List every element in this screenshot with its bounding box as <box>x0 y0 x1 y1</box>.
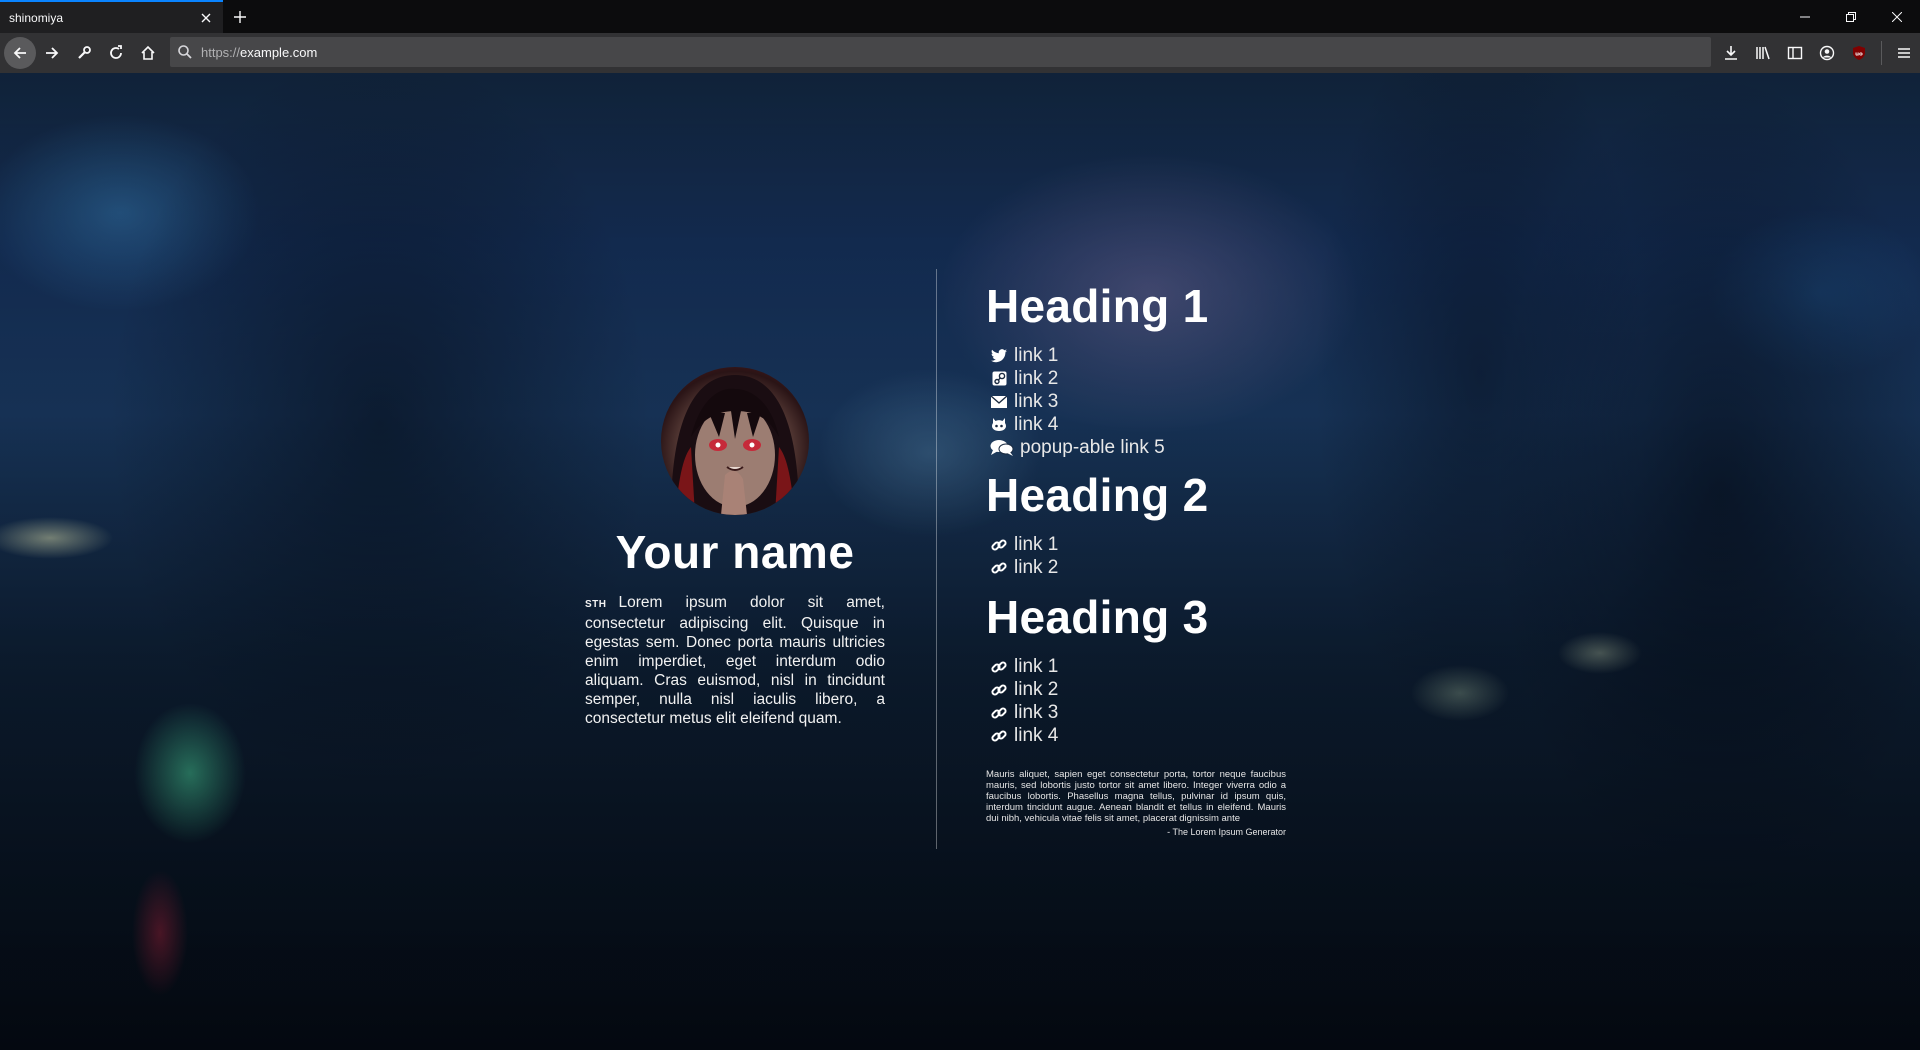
tab-strip: shinomiya <box>0 0 1920 33</box>
downloads-button[interactable] <box>1715 37 1747 69</box>
url-text: https://example.com <box>201 45 317 60</box>
link-label: link 3 <box>1014 701 1059 723</box>
url-prefix: https:// <box>201 44 241 60</box>
sidebar-button[interactable] <box>1779 37 1811 69</box>
wrench-icon <box>78 46 91 59</box>
link-label: link 4 <box>1014 724 1059 746</box>
close-icon <box>1892 11 1902 22</box>
link-label: link 1 <box>1014 344 1059 366</box>
library-button[interactable] <box>1747 37 1779 69</box>
link-icon <box>990 560 1008 576</box>
chat-icon <box>990 440 1014 456</box>
avatar-portrait-icon <box>671 375 799 515</box>
forward-arrow-icon <box>46 47 59 59</box>
link-item[interactable]: link 1 <box>990 655 1286 678</box>
link-icon <box>990 682 1008 698</box>
link-item[interactable]: link 1 <box>990 533 1286 556</box>
window-controls <box>1782 0 1920 33</box>
link-icon <box>990 537 1008 553</box>
close-tab-icon[interactable] <box>195 7 217 29</box>
download-icon <box>1725 46 1737 60</box>
link-list-1: link 1 link 2 link 3 link 4 popup-able l… <box>990 344 1286 459</box>
avatar <box>661 367 809 515</box>
close-window-button[interactable] <box>1874 0 1920 33</box>
quote-text: Mauris aliquet, sapien eget consectetur … <box>986 769 1286 824</box>
account-button[interactable] <box>1811 37 1843 69</box>
mail-icon <box>990 394 1008 410</box>
link-icon <box>990 659 1008 675</box>
restore-icon <box>1846 11 1856 22</box>
home-icon <box>141 45 155 60</box>
link-label: link 3 <box>1014 390 1059 412</box>
plus-icon <box>234 10 246 23</box>
link-item[interactable]: link 2 <box>990 678 1286 701</box>
ublock-icon: uo <box>1853 46 1865 60</box>
account-icon <box>1819 45 1835 61</box>
page-content: Your name STH Lorem ipsum dolor sit amet,… <box>0 73 1920 1050</box>
sidebar-icon <box>1787 46 1803 60</box>
section-heading-3: Heading 3 <box>986 591 1209 643</box>
minimize-icon <box>1800 16 1810 17</box>
link-item[interactable]: link 3 <box>990 701 1286 724</box>
reload-button[interactable] <box>100 37 132 69</box>
profile-name: Your name <box>615 526 855 578</box>
reload-icon <box>110 45 122 59</box>
vertical-divider <box>936 269 937 849</box>
toolbar-separator <box>1881 41 1882 65</box>
tab-active[interactable]: shinomiya <box>0 0 223 33</box>
section-heading-2: Heading 2 <box>986 469 1209 521</box>
bio-text: Lorem ipsum dolor sit amet, consectetur … <box>585 594 885 727</box>
link-icon <box>990 728 1008 744</box>
url-bar[interactable]: https://example.com <box>170 37 1711 67</box>
toolbar-right: uo <box>1715 37 1920 69</box>
search-icon <box>178 45 192 59</box>
home-button[interactable] <box>132 37 164 69</box>
profile-bio: STH Lorem ipsum dolor sit amet, consectet… <box>585 593 885 728</box>
new-tab-button[interactable] <box>223 0 257 33</box>
profile-card: Your name STH Lorem ipsum dolor sit amet,… <box>585 367 885 728</box>
link-label: link 2 <box>1014 367 1059 389</box>
svg-text:uo: uo <box>1855 52 1863 58</box>
link-label: link 4 <box>1014 413 1059 435</box>
back-arrow-icon <box>13 47 26 59</box>
url-host: example.com <box>240 44 318 60</box>
link-list-2: link 1 link 2 <box>990 533 1286 579</box>
link-list-3: link 1 link 2 link 3 link 4 <box>990 655 1286 747</box>
link-item[interactable]: link 4 <box>990 724 1286 747</box>
link-label: link 2 <box>1014 556 1059 578</box>
hamburger-icon <box>1898 48 1910 58</box>
customize-button[interactable] <box>68 37 100 69</box>
link-item[interactable]: link 4 <box>990 413 1286 436</box>
quote-source: - The Lorem Ipsum Generator <box>1167 827 1286 837</box>
steam-icon <box>990 371 1008 387</box>
forward-button[interactable] <box>36 37 68 69</box>
minimize-button[interactable] <box>1782 0 1828 33</box>
link-label: link 2 <box>1014 678 1059 700</box>
links-column: Heading 1 link 1 link 2 link 3 link 4 po… <box>986 278 1286 837</box>
twitter-icon <box>990 348 1008 364</box>
ublock-button[interactable]: uo <box>1843 37 1875 69</box>
navigation-toolbar: https://example.com uo <box>0 33 1920 73</box>
link-icon <box>990 705 1008 721</box>
link-item[interactable]: popup-able link 5 <box>990 436 1286 459</box>
restore-button[interactable] <box>1828 0 1874 33</box>
bio-tag: STH <box>585 599 607 610</box>
section-heading-1: Heading 1 <box>986 280 1209 332</box>
back-button[interactable] <box>4 37 36 69</box>
link-item[interactable]: link 2 <box>990 556 1286 579</box>
link-item[interactable]: link 3 <box>990 390 1286 413</box>
menu-button[interactable] <box>1888 37 1920 69</box>
link-label: link 1 <box>1014 533 1059 555</box>
github-icon <box>990 417 1008 433</box>
link-label: link 1 <box>1014 655 1059 677</box>
tab-title: shinomiya <box>9 10 64 25</box>
link-item[interactable]: link 2 <box>990 367 1286 390</box>
link-label: popup-able link 5 <box>1020 436 1165 458</box>
link-item[interactable]: link 1 <box>990 344 1286 367</box>
library-icon <box>1756 46 1770 60</box>
